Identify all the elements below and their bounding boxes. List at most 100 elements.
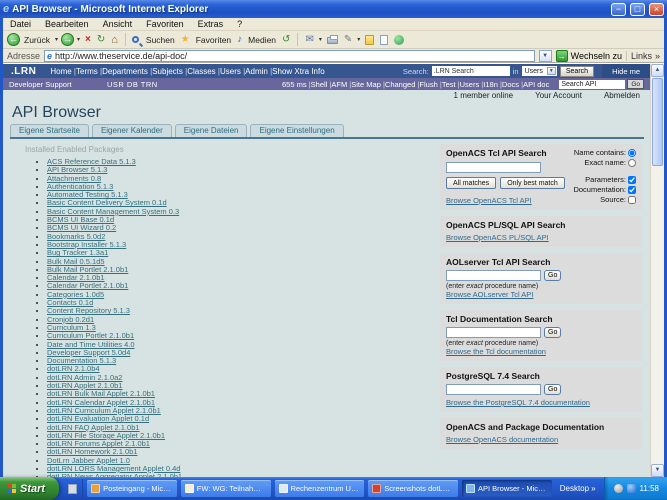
browse-openacs-plsql-api-link[interactable]: Browse OpenACS PL/SQL API — [446, 233, 549, 242]
developer-link[interactable]: Users — [460, 80, 480, 89]
postgresql-go-button[interactable]: Go — [544, 384, 562, 395]
address-input[interactable] — [55, 50, 532, 61]
taskbar-task-button[interactable]: Rechenzentrum Uni K... — [274, 480, 365, 497]
maximize-button[interactable]: □ — [630, 2, 645, 16]
document-icon[interactable] — [380, 34, 389, 45]
parameters-option[interactable]: Parameters: — [585, 175, 636, 184]
developer-link[interactable]: Site Map — [351, 80, 381, 89]
browse-openacs-tcl-api-link[interactable]: Browse OpenACS Tcl API — [446, 196, 532, 205]
site-search-scope-select[interactable]: Users ▼ — [521, 66, 557, 76]
nav-link[interactable]: Home — [50, 67, 71, 76]
scroll-down-icon[interactable]: ▼ — [651, 464, 664, 477]
edit-dropdown-icon[interactable]: ▾ — [356, 36, 361, 43]
tcl-doc-go-button[interactable]: Go — [544, 327, 562, 338]
menu-item[interactable]: Datei — [3, 19, 38, 29]
forward-icon[interactable]: → — [61, 33, 74, 46]
taskbar-task-button[interactable]: Posteingang - Micros... — [87, 480, 177, 497]
refresh-icon[interactable]: ↻ — [95, 34, 107, 46]
nav-link[interactable]: Admin — [245, 67, 268, 76]
portal-tab[interactable]: Eigener Kalender — [91, 124, 172, 137]
developer-link[interactable]: Changed — [385, 80, 415, 89]
developer-link[interactable]: Shell — [311, 80, 328, 89]
developer-link[interactable]: Test — [442, 80, 456, 89]
browse-tcl-documentation-link[interactable]: Browse the Tcl documentation — [446, 347, 546, 356]
vertical-scrollbar[interactable]: ▲ ▼ — [650, 64, 664, 477]
taskbar-task-button[interactable]: FW: WG: Teilnahme v... — [180, 480, 271, 497]
taskbar-task-button[interactable]: Screenshots dotLRN... — [368, 480, 458, 497]
logout-link[interactable]: Abmelden — [604, 91, 640, 100]
media-button[interactable]: Medien — [246, 35, 278, 45]
search-icon[interactable] — [131, 36, 139, 43]
postgresql-search-input[interactable] — [446, 384, 541, 395]
hide-me-link[interactable]: Hide me — [602, 64, 650, 78]
developer-context[interactable]: Developer Support — [9, 80, 107, 89]
portal-tab[interactable]: Eigene Einstellungen — [250, 124, 344, 137]
nav-link[interactable]: Subjects — [152, 67, 183, 76]
developer-link[interactable]: I18n — [483, 80, 498, 89]
home-icon[interactable]: ⌂ — [109, 34, 120, 46]
scrollbar-thumb[interactable] — [652, 78, 663, 166]
all-matches-button[interactable]: All matches — [446, 177, 497, 189]
favorites-icon[interactable]: ★ — [179, 34, 192, 46]
nav-link[interactable]: Users — [220, 67, 241, 76]
name-contains-option[interactable]: Name contains: — [574, 148, 636, 157]
minimize-button[interactable]: − — [611, 2, 626, 16]
tcl-api-search-input[interactable] — [446, 162, 541, 173]
menu-item[interactable]: Favoriten — [139, 19, 191, 29]
documentation-option[interactable]: Documentation: — [573, 185, 636, 194]
edit-icon[interactable]: ✎ — [342, 34, 354, 46]
desktop-chevron-icon[interactable]: » — [591, 484, 595, 493]
browse-postgresql-documentation-link[interactable]: Browse the PostgreSQL 7.4 documentation — [446, 398, 590, 407]
mail-dropdown-icon[interactable]: ▾ — [318, 36, 323, 43]
site-search-input[interactable] — [431, 66, 510, 76]
media-icon[interactable]: ♪ — [235, 34, 244, 46]
portal-tab[interactable]: Eigene Dateien — [174, 124, 248, 137]
quick-launch[interactable] — [63, 479, 84, 498]
nav-link[interactable]: Classes — [187, 67, 215, 76]
developer-link[interactable]: AFM — [331, 80, 347, 89]
developer-link[interactable]: API doc — [523, 80, 549, 89]
back-dropdown-icon[interactable]: ▾ — [54, 36, 59, 43]
forward-dropdown-icon[interactable]: ▾ — [76, 36, 81, 43]
parameters-checkbox[interactable] — [628, 175, 636, 184]
close-button[interactable]: × — [649, 2, 664, 16]
address-dropdown-icon[interactable]: ▼ — [538, 49, 552, 62]
tray-volume-icon[interactable] — [613, 484, 623, 493]
exact-name-option[interactable]: Exact name: — [584, 158, 636, 167]
developer-link[interactable]: Docs — [502, 80, 519, 89]
api-search-input[interactable] — [559, 79, 626, 89]
back-button[interactable]: Zurück — [22, 35, 52, 45]
desktop-toolbar[interactable]: Desktop » — [556, 484, 600, 493]
your-account-link[interactable]: Your Account — [535, 91, 582, 100]
scrollbar-track[interactable] — [651, 167, 664, 464]
history-icon[interactable]: ↺ — [280, 34, 292, 46]
documentation-checkbox[interactable] — [628, 185, 636, 194]
menu-item[interactable]: Extras — [191, 19, 231, 29]
nav-link[interactable]: Show Xtra Info — [272, 67, 324, 76]
api-search-go-button[interactable]: Go — [627, 79, 644, 89]
start-button[interactable]: Start — [0, 477, 60, 500]
browse-aolserver-tcl-api-link[interactable]: Browse AOLserver Tcl API — [446, 290, 533, 299]
menu-item[interactable]: ? — [230, 19, 249, 29]
name-contains-radio[interactable] — [628, 148, 636, 157]
discuss-icon[interactable] — [365, 34, 375, 45]
aolserver-search-input[interactable] — [446, 270, 541, 281]
exact-name-radio[interactable] — [628, 158, 636, 167]
tray-messenger-icon[interactable] — [626, 484, 636, 493]
print-icon[interactable] — [326, 35, 338, 44]
favorites-button[interactable]: Favoriten — [194, 35, 233, 45]
mail-icon[interactable]: ✉ — [303, 34, 315, 46]
source-checkbox[interactable] — [628, 195, 636, 204]
developer-link[interactable]: Flush — [419, 80, 437, 89]
only-best-match-button[interactable]: Only best match — [500, 177, 565, 189]
browse-openacs-documentation-link[interactable]: Browse OpenACS documentation — [446, 435, 558, 444]
back-icon[interactable]: ← — [7, 33, 20, 46]
messenger-icon[interactable] — [394, 34, 405, 45]
source-option[interactable]: Source: — [600, 195, 636, 204]
go-button[interactable]: → Wechseln zu — [555, 49, 622, 62]
portal-tab[interactable]: Eigene Startseite — [10, 124, 89, 137]
quick-launch-icon[interactable] — [68, 483, 78, 494]
site-search-button[interactable]: Search — [559, 65, 595, 77]
scroll-up-icon[interactable]: ▲ — [651, 64, 664, 77]
search-button[interactable]: Suchen — [144, 35, 177, 45]
